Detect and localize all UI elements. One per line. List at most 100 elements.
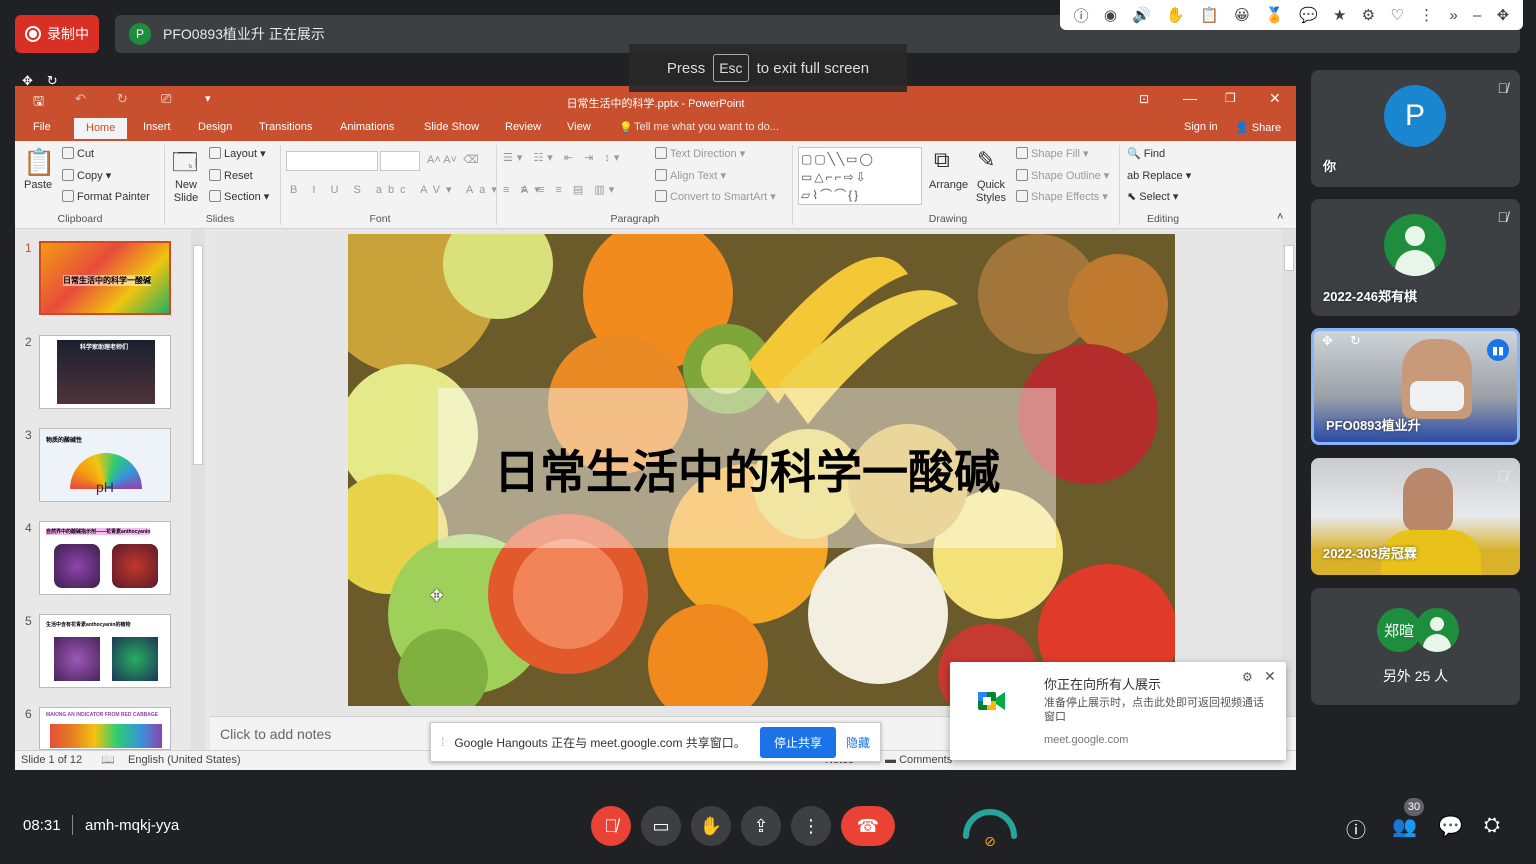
- arrange-button[interactable]: Arrange: [929, 179, 968, 191]
- slide-title[interactable]: 日常生活中的科学一酸碱: [438, 436, 1056, 502]
- others-tile[interactable]: 郑暄 另外 25 人: [1311, 588, 1520, 705]
- cut-button[interactable]: Cut: [62, 147, 94, 160]
- slide-thumbnail-5[interactable]: 生活中含有花青素anthocyanin的植物: [39, 614, 171, 688]
- shape-outline-button[interactable]: Shape Outline ▾: [1016, 169, 1109, 182]
- gear-icon[interactable]: ⚙: [1242, 670, 1253, 684]
- tab-review[interactable]: Review: [505, 121, 541, 133]
- move-icon[interactable]: ✥: [1497, 6, 1510, 24]
- slide-thumbnail-2[interactable]: 科学家助理老师们: [39, 335, 171, 409]
- eye-icon[interactable]: ◉: [1104, 6, 1117, 24]
- font-size-buttons[interactable]: A˄ A˅ ⌫: [427, 153, 479, 166]
- tab-home[interactable]: Home: [74, 118, 128, 139]
- tab-file[interactable]: File: [33, 121, 51, 133]
- chat-bubble-icon[interactable]: 💬: [1299, 6, 1318, 24]
- align-text-button[interactable]: Align Text ▾: [655, 169, 726, 182]
- slide-thumbnail-4[interactable]: 自然界中的酸碱指示剂——花青素anthocyanin: [39, 521, 171, 595]
- quick-styles-icon[interactable]: ✎: [977, 147, 995, 173]
- volume-icon[interactable]: 🔊: [1132, 6, 1151, 24]
- slide-thumbnail-1[interactable]: 日常生活中的科学一酸碱: [39, 241, 171, 315]
- double-chevron-icon[interactable]: »: [1449, 7, 1457, 24]
- list-buttons[interactable]: ☰▾ ☷▾ ⇤ ⇥ ↕▾: [503, 151, 623, 164]
- convert-smartart-button[interactable]: Convert to SmartArt ▾: [655, 190, 776, 203]
- more-options-button[interactable]: ⋮: [791, 806, 831, 846]
- reset-button[interactable]: Reset: [209, 169, 253, 182]
- info-icon[interactable]: ⓘ: [1074, 5, 1089, 26]
- spellcheck-icon[interactable]: 📖: [101, 753, 115, 766]
- heart-icon[interactable]: ♡: [1390, 6, 1403, 24]
- text-direction-button[interactable]: Text Direction ▾: [655, 147, 745, 160]
- participant-tile[interactable]: 2022-246郑有棋 🎙̸: [1311, 199, 1520, 316]
- share-button[interactable]: 👤 Share: [1235, 121, 1281, 134]
- tab-insert[interactable]: Insert: [143, 121, 171, 133]
- present-button[interactable]: ⇪: [741, 806, 781, 846]
- star-icon[interactable]: ★: [1333, 6, 1346, 24]
- select-button[interactable]: ⬉ Select ▾: [1127, 190, 1178, 203]
- clipboard-icon[interactable]: 📋: [1200, 6, 1219, 24]
- copy-button[interactable]: Copy ▾: [62, 169, 111, 182]
- ribbon-display-icon[interactable]: ⊡: [1139, 92, 1149, 106]
- slide-scrollbar[interactable]: [1282, 229, 1296, 719]
- paste-button[interactable]: Paste: [24, 179, 52, 191]
- more-vert-icon[interactable]: ⋮: [1419, 6, 1434, 24]
- recording-button[interactable]: 录制中: [15, 15, 99, 53]
- scroll-thumb[interactable]: [1284, 245, 1294, 271]
- section-button[interactable]: Section ▾: [209, 190, 269, 203]
- tell-me-box[interactable]: Tell me what you want to do...: [634, 121, 779, 133]
- gear-icon[interactable]: ⚙: [1362, 6, 1375, 24]
- microphone-toggle-button[interactable]: 🎙̸: [591, 806, 631, 846]
- emoji-icon[interactable]: 😀: [1234, 6, 1250, 24]
- minimize-icon[interactable]: —: [1183, 90, 1197, 106]
- tab-animations[interactable]: Animations: [340, 121, 394, 133]
- find-button[interactable]: 🔍 Find: [1127, 147, 1165, 160]
- activities-icon[interactable]: ⛭: [1484, 814, 1500, 837]
- participant-tile-speaking[interactable]: ✥ ↻ ▮▮ PFO0893植业升: [1311, 328, 1520, 445]
- align-buttons[interactable]: ≡ ≡ ≡ ≡ ▤ ▥▾: [503, 183, 618, 196]
- replace-button[interactable]: ab Replace ▾: [1127, 169, 1191, 182]
- chat-icon[interactable]: 💬: [1438, 814, 1463, 839]
- slide-thumbnail-3[interactable]: 物质的酸碱性 pH: [39, 428, 171, 502]
- tab-slide-show[interactable]: Slide Show: [424, 121, 479, 133]
- camera-toggle-button[interactable]: ▭: [641, 806, 681, 846]
- tab-transitions[interactable]: Transitions: [259, 121, 312, 133]
- comments-toggle[interactable]: ▬ Comments: [885, 754, 952, 766]
- layout-button[interactable]: Layout ▾: [209, 147, 266, 160]
- language-label[interactable]: English (United States): [128, 754, 241, 766]
- sign-in-link[interactable]: Sign in: [1184, 121, 1218, 133]
- slide-thumbnail-6[interactable]: MAKING AN INDICATOR FROM RED CABBAGE: [39, 707, 171, 750]
- meeting-info-icon[interactable]: ⓘ: [1346, 814, 1366, 843]
- close-icon[interactable]: ✕: [1269, 90, 1281, 107]
- move-icon[interactable]: ✥: [1322, 333, 1333, 349]
- shape-fill-button[interactable]: Shape Fill ▾: [1016, 147, 1089, 160]
- hand-icon[interactable]: ✋: [1166, 6, 1185, 24]
- minimize-icon[interactable]: –: [1473, 7, 1481, 24]
- quick-styles-button[interactable]: Quick Styles: [974, 179, 1008, 205]
- leave-call-button[interactable]: ☎: [841, 806, 895, 846]
- drag-handle-icon[interactable]: ⁞: [441, 735, 444, 749]
- hide-button[interactable]: 隐藏: [846, 734, 870, 751]
- tab-design[interactable]: Design: [198, 121, 232, 133]
- people-icon[interactable]: 👥: [1392, 814, 1417, 839]
- font-size-field[interactable]: [380, 151, 420, 171]
- noise-meter-icon[interactable]: ⊘: [962, 804, 1018, 850]
- paste-icon[interactable]: 📋: [23, 147, 55, 178]
- format-painter-button[interactable]: Format Painter: [62, 190, 150, 203]
- new-slide-button[interactable]: New Slide: [172, 179, 200, 205]
- comment-icon: ▬: [885, 754, 896, 766]
- refresh-icon[interactable]: ↻: [1350, 333, 1361, 349]
- medal-icon[interactable]: 🏅: [1265, 6, 1284, 24]
- shape-effects-button[interactable]: Shape Effects ▾: [1016, 190, 1108, 203]
- restore-icon[interactable]: ❐: [1225, 91, 1236, 105]
- stop-sharing-button[interactable]: 停止共享: [759, 726, 836, 758]
- scroll-thumb[interactable]: [193, 245, 203, 465]
- shapes-gallery[interactable]: ▢▢╲╲▭◯ ▭△⌐⌐⇨⇩ ▱⌇⌒⌒{}: [798, 147, 922, 205]
- presenting-notification[interactable]: 你正在向所有人展示 准备停止展示时，点击此处即可返回视频通话窗口 meet.go…: [950, 662, 1286, 760]
- raise-hand-button[interactable]: ✋: [691, 806, 731, 846]
- collapse-ribbon-icon[interactable]: ˄: [1277, 211, 1283, 223]
- font-name-field[interactable]: [286, 151, 378, 171]
- participant-tile[interactable]: 2022-303房冠霖 🎙̸: [1311, 458, 1520, 575]
- participant-tile-self[interactable]: P 你 🎙̸: [1311, 70, 1520, 187]
- arrange-icon[interactable]: ⧉: [934, 147, 950, 173]
- close-icon[interactable]: ✕: [1264, 668, 1276, 685]
- thumbnail-scrollbar[interactable]: [191, 229, 205, 750]
- tab-view[interactable]: View: [567, 121, 591, 133]
